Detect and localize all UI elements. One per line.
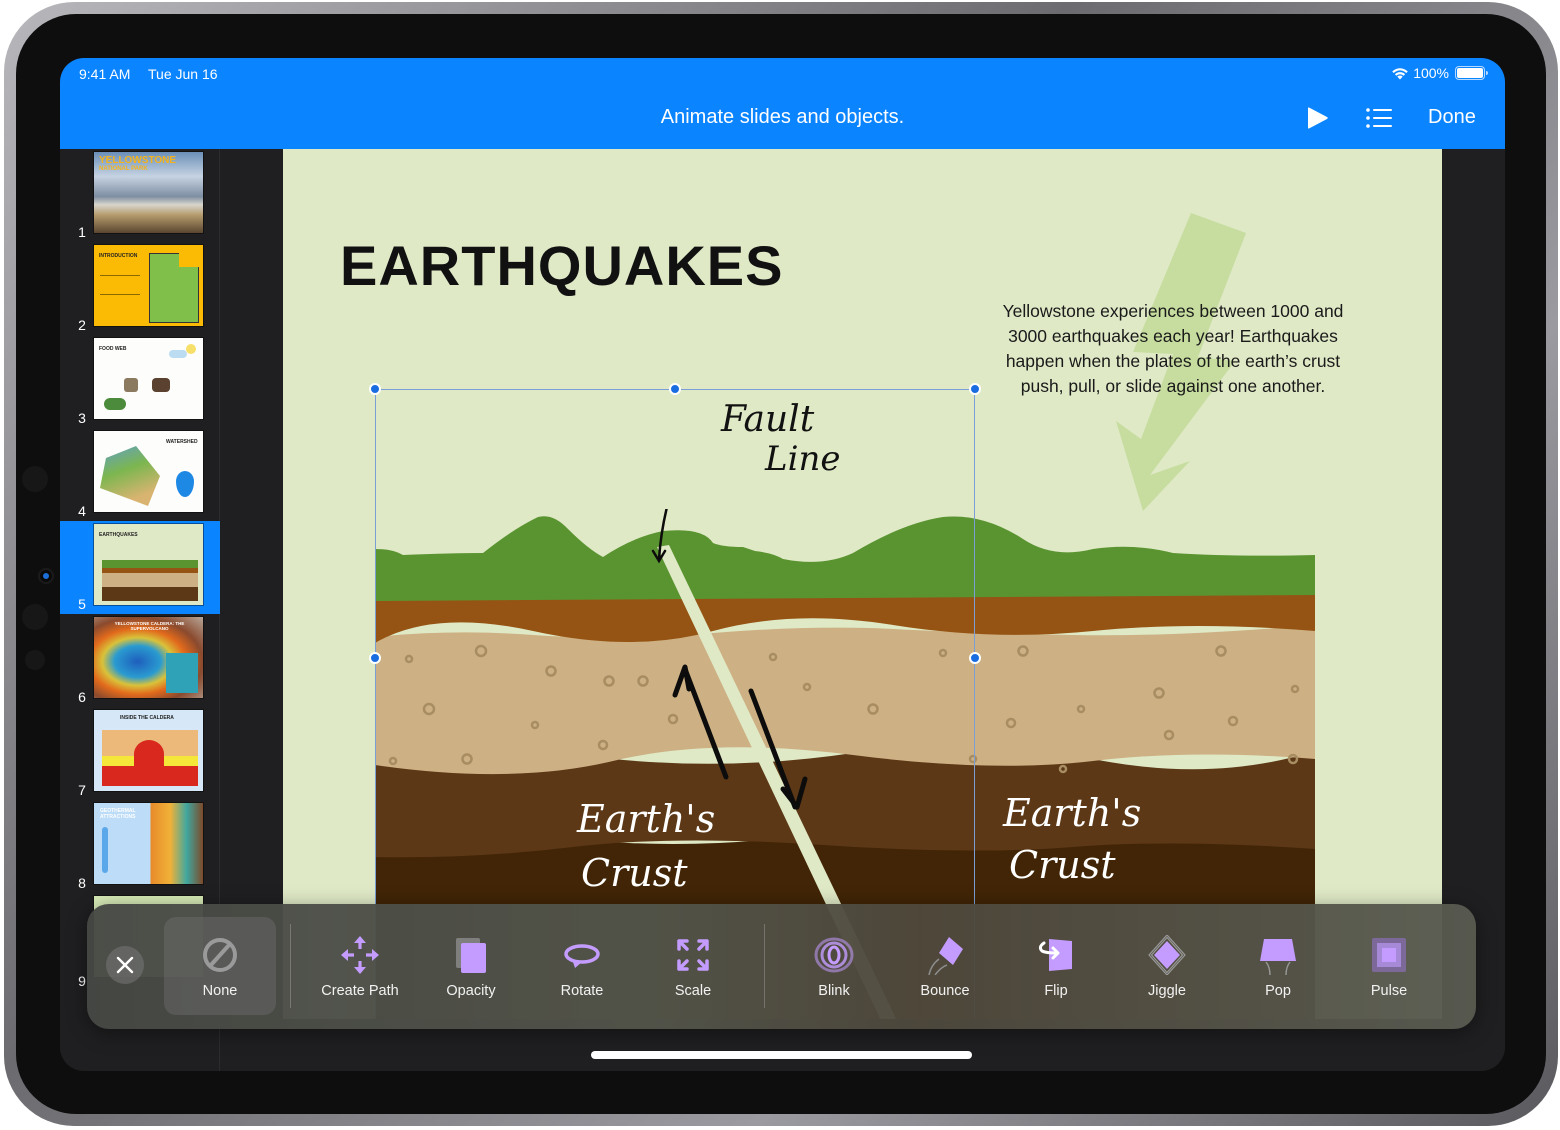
animation-opacity[interactable]: Opacity — [415, 917, 527, 1015]
animation-label: Opacity — [446, 983, 496, 999]
status-indicators: 100% — [1391, 65, 1488, 81]
animation-rotate[interactable]: Rotate — [526, 917, 638, 1015]
sensor — [25, 650, 45, 670]
thumbnail-image: YELLOWSTONE CALDERA: THE SUPERVOLCANO — [94, 617, 203, 698]
animation-label: Flip — [1044, 983, 1068, 999]
animation-label: Rotate — [560, 983, 604, 999]
slide-number: 5 — [78, 596, 86, 612]
slide-number: 3 — [78, 410, 86, 426]
thumbnail-image: YELLOWSTONE NATIONAL PARK — [94, 152, 203, 233]
animation-tray: None Create Path Opacity Rotate Scale Bl… — [87, 904, 1476, 1029]
battery-level — [1457, 68, 1483, 78]
thumbnail-subtitle: NATIONAL PARK — [99, 166, 148, 172]
crust-label-right-line1[interactable]: Earth's — [1003, 791, 1141, 835]
thumbnail-image: INTRODUCTION — [94, 245, 203, 326]
slide-thumbnail-2[interactable]: INTRODUCTION 2 — [60, 242, 220, 335]
slide-thumbnail-7[interactable]: INSIDE THE CALDERA 7 — [60, 707, 220, 800]
slide-thumbnail-5[interactable]: EARTHQUAKES 5 — [60, 521, 220, 614]
thumbnail-title: FOOD WEB — [99, 346, 127, 352]
none-icon — [203, 938, 237, 972]
slide-thumbnail-4[interactable]: WATERSHED 4 — [60, 428, 220, 521]
slide-body-text[interactable]: Yellowstone experiences between 1000 and… — [983, 299, 1363, 399]
list-icon[interactable] — [1365, 107, 1393, 129]
slide-number: 1 — [78, 224, 86, 240]
selection-handle-middle-left[interactable] — [369, 652, 381, 664]
thumbnail-image: GEOTHERMAL ATTRACTIONS — [94, 803, 203, 884]
thumbnail-image: WATERSHED — [94, 431, 203, 512]
animation-scale[interactable]: Scale — [637, 917, 749, 1015]
animation-bounce[interactable]: Bounce — [889, 917, 1001, 1015]
tray-divider — [764, 924, 765, 1008]
play-icon[interactable] — [1305, 106, 1331, 130]
rotate-icon — [564, 944, 600, 968]
wifi-icon — [1392, 67, 1408, 79]
opacity-icon — [456, 938, 486, 973]
animation-blink[interactable]: Blink — [778, 917, 890, 1015]
thumbnail-title: YELLOWSTONE CALDERA: THE SUPERVOLCANO — [114, 621, 185, 631]
thumbnail-title: GEOTHERMAL ATTRACTIONS — [100, 808, 136, 820]
slide-number: 7 — [78, 782, 86, 798]
animation-label: Jiggle — [1148, 983, 1186, 999]
battery-percent: 100% — [1413, 65, 1449, 81]
animation-pulse[interactable]: Pulse — [1333, 917, 1445, 1015]
slide[interactable]: EARTHQUAKES Yellowstone experiences betw… — [283, 149, 1442, 1019]
thumbnail-title: INSIDE THE CALDERA — [120, 715, 174, 721]
slide-number: 6 — [78, 689, 86, 705]
thumbnail-image: EARTHQUAKES — [94, 524, 203, 605]
home-indicator[interactable] — [591, 1051, 972, 1059]
animation-none[interactable]: None — [164, 917, 276, 1015]
scale-icon — [677, 939, 709, 971]
animation-pop[interactable]: Pop — [1222, 917, 1334, 1015]
thumbnail-image: FOOD WEB — [94, 338, 203, 419]
animation-flip[interactable]: Flip — [1000, 917, 1112, 1015]
toolbar-title: Animate slides and objects. — [660, 106, 905, 128]
slide-title[interactable]: EARTHQUAKES — [340, 233, 783, 298]
tray-divider — [290, 924, 291, 1008]
selection-handle-top-center[interactable] — [669, 383, 681, 395]
toolbar: 9:41 AM Tue Jun 16 100% Animate slides a… — [60, 58, 1505, 149]
selection-handle-top-left[interactable] — [369, 383, 381, 395]
slide-number: 2 — [78, 317, 86, 333]
pop-icon — [1260, 939, 1296, 975]
selection-handle-top-right[interactable] — [969, 383, 981, 395]
slide-number: 4 — [78, 503, 86, 519]
close-icon — [116, 956, 134, 974]
crust-label-right-line2[interactable]: Crust — [1009, 843, 1116, 887]
thumbnail-title: EARTHQUAKES — [99, 532, 138, 538]
sensor — [22, 604, 48, 630]
blink-icon — [814, 937, 854, 973]
sensor — [22, 466, 48, 492]
animation-create-path[interactable]: Create Path — [304, 917, 416, 1015]
thumbnail-title: INTRODUCTION — [99, 253, 138, 259]
selection-handle-middle-right[interactable] — [969, 652, 981, 664]
status-date: Tue Jun 16 — [148, 66, 218, 82]
create-path-icon — [341, 936, 379, 974]
animation-label: Create Path — [321, 983, 399, 999]
status-time: 9:41 AM — [79, 66, 131, 82]
thumbnail-image: INSIDE THE CALDERA — [94, 710, 203, 791]
screen: 9:41 AM Tue Jun 16 100% Animate slides a… — [60, 58, 1505, 1071]
slide-thumbnail-3[interactable]: FOOD WEB 3 — [60, 335, 220, 428]
bounce-icon — [928, 937, 963, 975]
slide-thumbnail-1[interactable]: YELLOWSTONE NATIONAL PARK 1 — [60, 149, 220, 242]
animation-label: Pulse — [1370, 983, 1408, 999]
animation-label: Pop — [1265, 983, 1291, 999]
slide-thumbnail-8[interactable]: GEOTHERMAL ATTRACTIONS 8 — [60, 800, 220, 893]
jiggle-icon — [1148, 935, 1186, 975]
animation-jiggle[interactable]: Jiggle — [1111, 917, 1223, 1015]
animation-label: Blink — [818, 983, 850, 999]
thumbnail-title: YELLOWSTONE — [99, 155, 177, 166]
battery-icon — [1455, 66, 1488, 80]
pulse-icon — [1372, 938, 1406, 972]
close-tray-button[interactable] — [106, 946, 144, 984]
thumbnail-title: WATERSHED — [166, 439, 198, 445]
flip-icon — [1038, 939, 1072, 971]
slide-number: 8 — [78, 875, 86, 891]
animation-label: None — [202, 983, 238, 999]
animation-label: Bounce — [920, 983, 970, 999]
done-button[interactable]: Done — [1428, 106, 1476, 129]
front-camera — [40, 570, 52, 582]
slide-thumbnail-6[interactable]: YELLOWSTONE CALDERA: THE SUPERVOLCANO 6 — [60, 614, 220, 707]
animation-label: Scale — [674, 983, 712, 999]
